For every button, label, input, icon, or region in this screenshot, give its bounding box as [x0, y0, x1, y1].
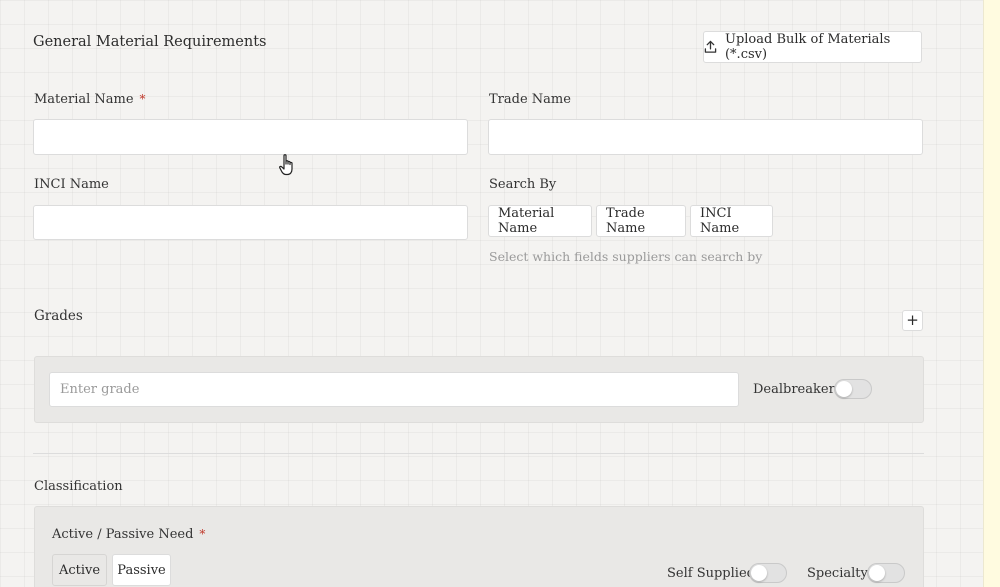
trade-name-label: Trade Name: [489, 92, 571, 107]
upload-bulk-button[interactable]: Upload Bulk of Materials (*.csv): [703, 31, 922, 63]
general-section-title: General Material Requirements: [33, 34, 267, 50]
active-passive-need-label: Active / Passive Need: [52, 527, 194, 542]
toggle-knob: [869, 565, 885, 581]
inci-name-label: INCI Name: [34, 177, 109, 192]
material-name-label-row: Material Name *: [34, 92, 146, 107]
need-active-chip[interactable]: Active: [52, 554, 107, 586]
hand-pointer-icon: [279, 154, 293, 176]
self-supplied-label: Self Supplied: [667, 566, 755, 581]
material-name-input[interactable]: [33, 119, 468, 155]
upload-bulk-label: Upload Bulk of Materials (*.csv): [724, 32, 891, 62]
need-label-row: Active / Passive Need *: [52, 527, 205, 542]
material-name-label: Material Name: [34, 92, 134, 107]
search-by-label: Search By: [489, 177, 557, 192]
toggle-knob: [751, 565, 767, 581]
section-divider: [33, 453, 924, 454]
dealbreaker-toggle[interactable]: [834, 379, 872, 399]
grades-title: Grades: [34, 308, 83, 324]
right-edge-strip: [983, 0, 1000, 587]
search-by-hint: Select which fields suppliers can search…: [489, 249, 763, 264]
upload-icon: [704, 40, 717, 53]
trade-name-input[interactable]: [488, 119, 923, 155]
specialty-toggle[interactable]: [867, 563, 905, 583]
required-mark: *: [139, 92, 146, 106]
toggle-knob: [836, 381, 852, 397]
need-passive-chip[interactable]: Passive: [112, 554, 171, 586]
search-by-material-name-chip[interactable]: Material Name: [488, 205, 592, 237]
dealbreaker-label: Dealbreaker: [753, 382, 835, 397]
specialty-label: Specialty: [807, 566, 868, 581]
add-grade-button[interactable]: +: [902, 310, 923, 331]
inci-name-input[interactable]: [33, 205, 468, 240]
classification-title: Classification: [34, 479, 123, 494]
self-supplied-toggle[interactable]: [749, 563, 787, 583]
page: General Material Requirements Upload Bul…: [0, 0, 1000, 587]
search-by-inci-name-chip[interactable]: INCI Name: [690, 205, 773, 237]
grade-input[interactable]: [49, 372, 739, 407]
search-by-trade-name-chip[interactable]: Trade Name: [596, 205, 686, 237]
required-mark: *: [199, 527, 206, 541]
